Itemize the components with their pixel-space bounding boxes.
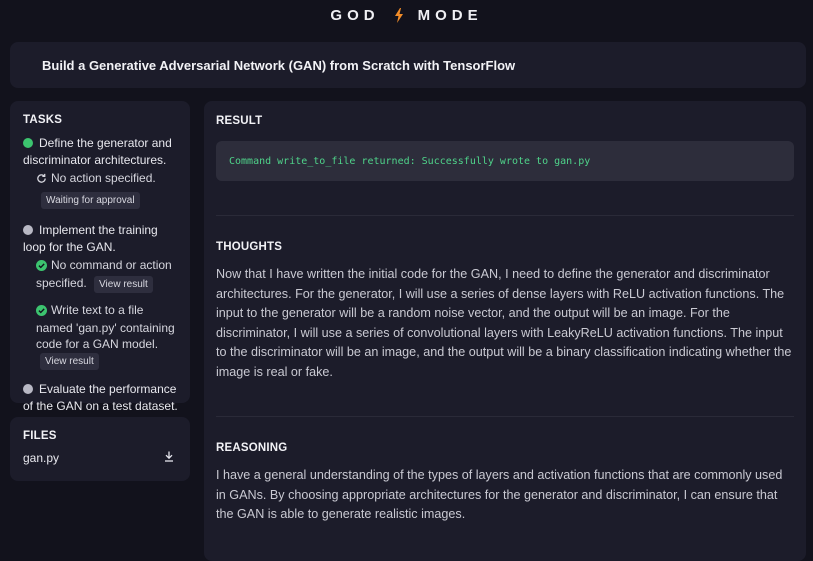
main-panel: RESULT Command write_to_file returned: S…: [204, 101, 806, 561]
check-circle-icon: [36, 259, 47, 275]
task-item[interactable]: Implement the training loop for the GAN.: [23, 222, 178, 256]
waiting-approval-badge[interactable]: Waiting for approval: [41, 192, 140, 209]
refresh-icon: [36, 172, 47, 188]
files-panel: FILES gan.py: [10, 417, 190, 481]
subitem-text: No action specified.: [51, 171, 156, 185]
file-name: gan.py: [23, 451, 60, 465]
section-divider: [216, 416, 794, 417]
task-subitem: No action specified.: [36, 170, 178, 188]
subitem-text: Write text to a file named 'gan.py' cont…: [36, 303, 175, 351]
lightning-bolt-icon: [394, 7, 404, 23]
download-icon[interactable]: [164, 451, 174, 465]
task-label: Define the generator and discriminator a…: [23, 136, 172, 167]
reasoning-text: I have a general understanding of the ty…: [216, 468, 783, 521]
app-title-right: MODE: [417, 6, 483, 24]
view-result-button[interactable]: View result: [94, 276, 153, 293]
app-header: GOD MODE: [0, 0, 813, 30]
app-title-left: GOD: [330, 6, 380, 24]
files-title: FILES: [23, 430, 57, 442]
goal-text: Build a Generative Adversarial Network (…: [42, 57, 516, 73]
tasks-title: TASKS: [23, 114, 63, 126]
result-output-text: Command write_to_file returned: Successf…: [229, 155, 591, 167]
task-label: Evaluate the performance of the GAN on a…: [23, 382, 178, 413]
result-output: Command write_to_file returned: Successf…: [216, 141, 794, 181]
task-subitem: No command or action specified. View res…: [36, 257, 178, 293]
task-label: Implement the training loop for the GAN.: [23, 223, 158, 254]
thoughts-text: Now that I have written the initial code…: [216, 267, 792, 379]
thoughts-title: THOUGHTS: [216, 241, 283, 253]
result-title: RESULT: [216, 115, 263, 127]
check-circle-icon: [36, 304, 47, 320]
goal-bar: Build a Generative Adversarial Network (…: [10, 42, 806, 88]
section-divider: [216, 215, 794, 216]
view-result-button[interactable]: View result: [40, 353, 99, 370]
reasoning-title: REASONING: [216, 442, 288, 454]
file-item[interactable]: gan.py: [23, 451, 178, 465]
status-done-icon: [23, 138, 33, 148]
task-subitem: Write text to a file named 'gan.py' cont…: [36, 302, 178, 370]
status-pending-icon: [23, 225, 33, 235]
task-item[interactable]: Evaluate the performance of the GAN on a…: [23, 381, 178, 415]
status-pending-icon: [23, 384, 33, 394]
tasks-panel: TASKS Define the generator and discrimin…: [10, 101, 190, 413]
task-item[interactable]: Define the generator and discriminator a…: [23, 135, 178, 169]
